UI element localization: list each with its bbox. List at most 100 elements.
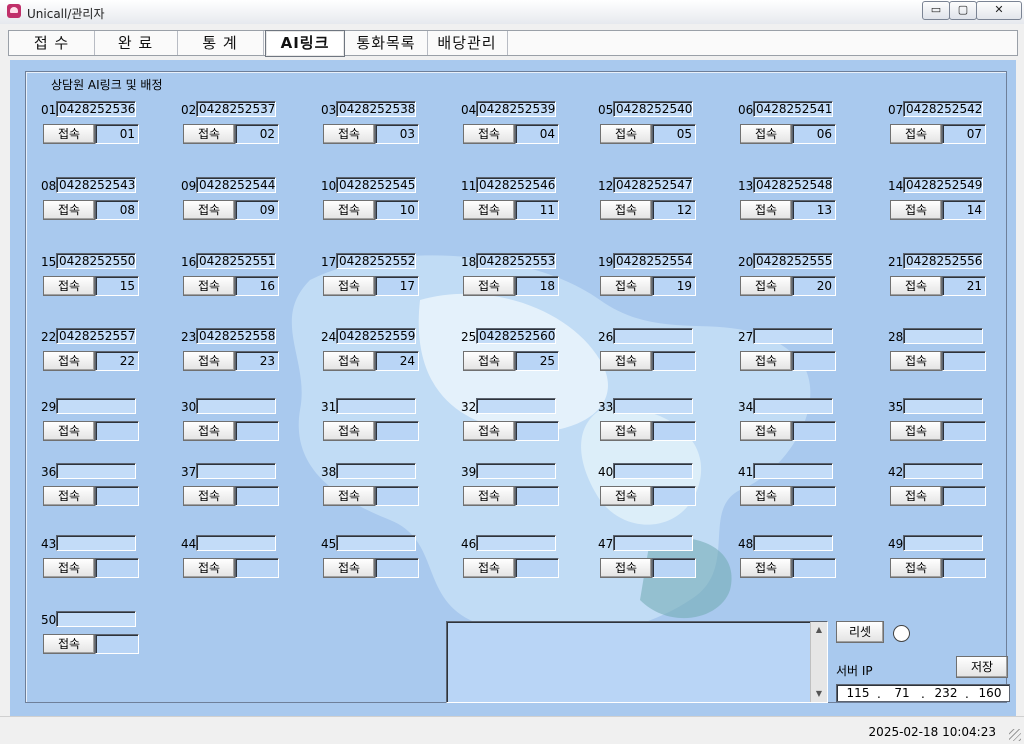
agent-seat-field[interactable] [375, 421, 419, 441]
agent-phone-input[interactable] [336, 535, 416, 551]
connect-button[interactable]: 접속 [43, 558, 95, 578]
connect-button[interactable]: 접속 [600, 558, 652, 578]
connect-button[interactable]: 접속 [463, 558, 515, 578]
agent-seat-field[interactable]: 06 [792, 124, 836, 144]
connect-button[interactable]: 접속 [600, 351, 652, 371]
connect-button[interactable]: 접속 [890, 486, 942, 506]
tab-call-list[interactable]: 통화목록 [345, 31, 428, 55]
agent-phone-input[interactable] [753, 463, 833, 479]
agent-phone-input[interactable]: 0428252544 [196, 177, 276, 193]
connect-button[interactable]: 접속 [740, 200, 792, 220]
connect-button[interactable]: 접속 [43, 351, 95, 371]
agent-seat-field[interactable] [942, 421, 986, 441]
agent-seat-field[interactable]: 01 [95, 124, 139, 144]
connect-button[interactable]: 접속 [43, 421, 95, 441]
connect-button[interactable]: 접속 [890, 276, 942, 296]
connect-button[interactable]: 접속 [463, 486, 515, 506]
connect-button[interactable]: 접속 [740, 124, 792, 144]
agent-seat-field[interactable]: 12 [652, 200, 696, 220]
agent-phone-input[interactable]: 0428252555 [753, 253, 833, 269]
agent-seat-field[interactable] [792, 421, 836, 441]
agent-phone-input[interactable] [903, 398, 983, 414]
agent-seat-field[interactable]: 07 [942, 124, 986, 144]
agent-seat-field[interactable] [235, 486, 279, 506]
agent-seat-field[interactable]: 09 [235, 200, 279, 220]
agent-phone-input[interactable]: 0428252536 [56, 101, 136, 117]
agent-phone-input[interactable] [613, 398, 693, 414]
connect-button[interactable]: 접속 [463, 421, 515, 441]
connect-button[interactable]: 접속 [600, 200, 652, 220]
agent-seat-field[interactable]: 04 [515, 124, 559, 144]
connect-button[interactable]: 접속 [323, 200, 375, 220]
connect-button[interactable]: 접속 [740, 486, 792, 506]
agent-phone-input[interactable] [476, 463, 556, 479]
agent-phone-input[interactable] [336, 463, 416, 479]
tab-ai-link[interactable]: AI링크 [265, 30, 345, 57]
agent-seat-field[interactable]: 22 [95, 351, 139, 371]
agent-phone-input[interactable]: 0428252558 [196, 328, 276, 344]
connect-button[interactable]: 접속 [43, 124, 95, 144]
agent-phone-input[interactable]: 0428252537 [196, 101, 276, 117]
agent-phone-input[interactable] [613, 463, 693, 479]
agent-phone-input[interactable]: 0428252548 [753, 177, 833, 193]
connect-button[interactable]: 접속 [600, 276, 652, 296]
connect-button[interactable]: 접속 [183, 276, 235, 296]
agent-phone-input[interactable]: 0428252553 [476, 253, 556, 269]
tab-complete[interactable]: 완 료 [94, 31, 178, 55]
agent-seat-field[interactable] [652, 486, 696, 506]
agent-phone-input[interactable]: 0428252554 [613, 253, 693, 269]
close-button[interactable]: ✕ [976, 1, 1022, 20]
agent-seat-field[interactable]: 18 [515, 276, 559, 296]
agent-seat-field[interactable]: 14 [942, 200, 986, 220]
connect-button[interactable]: 접속 [890, 558, 942, 578]
agent-seat-field[interactable] [652, 351, 696, 371]
server-ip-input[interactable]: 115 . 71 . 232 . 160 [836, 684, 1010, 702]
connect-button[interactable]: 접속 [43, 486, 95, 506]
tab-assignment[interactable]: 배당관리 [427, 31, 508, 55]
tab-statistics[interactable]: 통 계 [177, 31, 264, 55]
agent-phone-input[interactable] [753, 398, 833, 414]
agent-seat-field[interactable] [652, 421, 696, 441]
agent-seat-field[interactable]: 13 [792, 200, 836, 220]
connect-button[interactable]: 접속 [740, 276, 792, 296]
agent-seat-field[interactable]: 15 [95, 276, 139, 296]
connect-button[interactable]: 접속 [183, 124, 235, 144]
agent-phone-input[interactable]: 0428252540 [613, 101, 693, 117]
connect-button[interactable]: 접속 [323, 558, 375, 578]
agent-phone-input[interactable] [56, 463, 136, 479]
scroll-down-icon[interactable]: ▼ [811, 686, 827, 702]
connect-button[interactable]: 접속 [463, 276, 515, 296]
agent-phone-input[interactable] [56, 398, 136, 414]
scroll-up-icon[interactable]: ▲ [811, 622, 827, 638]
connect-button[interactable]: 접속 [183, 558, 235, 578]
agent-phone-input[interactable] [56, 535, 136, 551]
connect-button[interactable]: 접속 [43, 276, 95, 296]
agent-phone-input[interactable] [903, 328, 983, 344]
connect-button[interactable]: 접속 [43, 200, 95, 220]
connect-button[interactable]: 접속 [323, 351, 375, 371]
connect-button[interactable]: 접속 [600, 421, 652, 441]
agent-phone-input[interactable]: 0428252550 [56, 253, 136, 269]
agent-seat-field[interactable]: 23 [235, 351, 279, 371]
agent-seat-field[interactable]: 19 [652, 276, 696, 296]
agent-phone-input[interactable] [903, 535, 983, 551]
connect-button[interactable]: 접속 [463, 200, 515, 220]
agent-seat-field[interactable] [942, 558, 986, 578]
agent-seat-field[interactable]: 05 [652, 124, 696, 144]
connect-button[interactable]: 접속 [600, 486, 652, 506]
agent-phone-input[interactable] [336, 398, 416, 414]
agent-seat-field[interactable]: 21 [942, 276, 986, 296]
agent-phone-input[interactable]: 0428252547 [613, 177, 693, 193]
connect-button[interactable]: 접속 [183, 421, 235, 441]
agent-phone-input[interactable]: 0428252556 [903, 253, 983, 269]
resize-grip-icon[interactable] [1009, 729, 1021, 741]
agent-phone-input[interactable]: 0428252543 [56, 177, 136, 193]
agent-phone-input[interactable]: 0428252559 [336, 328, 416, 344]
agent-seat-field[interactable]: 02 [235, 124, 279, 144]
agent-phone-input[interactable]: 0428252551 [196, 253, 276, 269]
agent-seat-field[interactable] [95, 421, 139, 441]
connect-button[interactable]: 접속 [463, 124, 515, 144]
connect-button[interactable]: 접속 [183, 200, 235, 220]
connect-button[interactable]: 접속 [740, 421, 792, 441]
agent-phone-input[interactable]: 0428252552 [336, 253, 416, 269]
